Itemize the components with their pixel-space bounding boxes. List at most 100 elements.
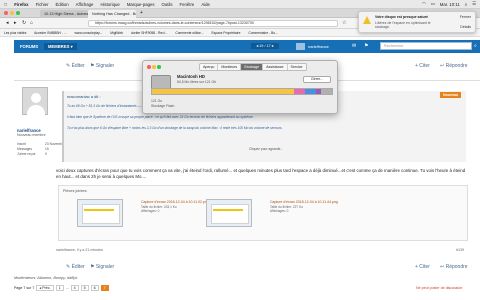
moderators-line: Modérateurs: Albanon, Bompy, daffyb bbox=[14, 276, 78, 280]
tab-stockage[interactable]: Stockage bbox=[241, 64, 264, 70]
nav-membres[interactable]: MEMBRES ▾ bbox=[44, 43, 77, 50]
tab-moniteurs[interactable]: Moniteurs bbox=[218, 64, 242, 70]
storage-dialog[interactable]: Aperçu Moniteurs Stockage Assistance Ser… bbox=[142, 60, 338, 114]
search-input[interactable]: Rechercher bbox=[380, 42, 472, 50]
page-link-current[interactable]: 7 bbox=[100, 285, 109, 291]
storage-segment bbox=[321, 89, 332, 94]
attachment-meta: Taille du fichier: 227 Ko Affichages: 0 bbox=[270, 205, 303, 213]
bookmark-item[interactable]: Acceder l'iMBBBH - ... bbox=[34, 31, 67, 35]
quote-author[interactable]: macomaniac a dit : bbox=[67, 94, 101, 99]
inbox-icon[interactable]: ✉ bbox=[352, 43, 356, 49]
bookmark-item[interactable]: Commentaire - Bo... bbox=[248, 31, 278, 35]
menu-aide[interactable]: Aide bbox=[201, 2, 210, 7]
back-icon[interactable]: ◂ bbox=[6, 20, 9, 26]
dialog-minimize-button[interactable] bbox=[152, 65, 156, 69]
page-link[interactable]: 4 bbox=[70, 285, 79, 291]
close-notification-button[interactable]: Fermer bbox=[460, 15, 471, 19]
prev-page-button[interactable]: ◂ Préc. bbox=[36, 285, 54, 291]
reply-button[interactable]: ↩ Répondre bbox=[440, 264, 468, 270]
browser-tab-active[interactable]: 10.13 High Sierra - Aulnes sto... bbox=[40, 10, 88, 18]
menu-fichier[interactable]: Fichier bbox=[36, 2, 49, 7]
pagination: Page 7 sur 7 ◂ Préc. 1 ... 4 5 6 7 bbox=[14, 285, 109, 291]
page-link[interactable]: 5 bbox=[80, 285, 89, 291]
menu-list-icon[interactable]: ☰ bbox=[472, 1, 476, 7]
menu-edition[interactable]: Édition bbox=[55, 2, 68, 7]
details-button[interactable]: Détails bbox=[460, 25, 471, 29]
battery-icon[interactable]: ▭ bbox=[431, 1, 435, 7]
bookmark-item[interactable]: Les plus visités bbox=[4, 31, 26, 35]
quote-button[interactable]: + Citer bbox=[415, 63, 430, 69]
new-badge: Nouveau bbox=[440, 92, 462, 98]
menu-outils[interactable]: Outils bbox=[162, 2, 173, 7]
no-reply-notice: Ne peut poster de discussion bbox=[416, 286, 463, 290]
nav-username[interactable]: narielfrance bbox=[308, 44, 329, 49]
menu-fenetre[interactable]: Fenêtre bbox=[180, 2, 195, 7]
report-button[interactable]: ⚑ Signaler bbox=[90, 63, 114, 69]
minimize-window-button[interactable] bbox=[10, 11, 14, 15]
dialog-zoom-button[interactable] bbox=[157, 65, 161, 69]
storage-segment bbox=[152, 89, 295, 94]
dialog-close-button[interactable] bbox=[147, 65, 151, 69]
bookmark-item[interactable]: dortier SHF9058 - Recl... bbox=[131, 31, 167, 35]
page-link[interactable]: 6 bbox=[90, 285, 99, 291]
clock[interactable]: Mar. 10:11 bbox=[440, 2, 460, 7]
notification-title: Votre disque est presque saturé bbox=[375, 15, 429, 19]
reload-icon[interactable]: ↻ bbox=[22, 20, 26, 26]
bookmark-item[interactable]: Commente utilise... bbox=[175, 31, 203, 35]
search-icon[interactable]: ⌕ bbox=[465, 2, 467, 7]
bookmark-item[interactable]: MiglWeb bbox=[110, 31, 123, 35]
disk-full-notification[interactable]: Votre disque est presque saturé Libérez … bbox=[358, 11, 476, 33]
avatar[interactable] bbox=[22, 87, 48, 115]
alerts-icon[interactable]: ⚑ bbox=[364, 43, 368, 49]
attachment-name[interactable]: Capture d'écran 2018-12-04 à 10.11.44.pn… bbox=[270, 200, 350, 204]
stat-label: J'aime reçus bbox=[17, 152, 36, 156]
size-value: 233,1 Ko bbox=[163, 205, 177, 209]
tab-service[interactable]: Service bbox=[287, 64, 306, 70]
menu-firefox[interactable]: Firefox bbox=[14, 2, 28, 7]
forward-icon[interactable]: ▸ bbox=[14, 20, 17, 26]
menu-historique[interactable]: Historique bbox=[100, 2, 119, 7]
reply-button[interactable]: ↩ Répondre bbox=[440, 63, 468, 69]
window-controls bbox=[4, 11, 20, 15]
edit-button[interactable]: ✎ Éditer bbox=[66, 264, 85, 270]
post-body: voici deux captures d'écran pour que tu … bbox=[56, 168, 466, 179]
search-icon[interactable]: ⌕ bbox=[474, 43, 477, 49]
expand-quote-link[interactable]: Cliquez pour agrandir... bbox=[67, 147, 465, 151]
attachment-meta: Taille du fichier: 233,1 Ko Affichages: … bbox=[141, 205, 177, 213]
browser-tab[interactable]: Nothing Has Changed - Bowie bbox=[88, 10, 136, 18]
menu-affichage[interactable]: Affichage bbox=[76, 2, 94, 7]
attachment-thumbnail[interactable] bbox=[77, 199, 123, 227]
user-avatar-icon[interactable] bbox=[296, 43, 305, 50]
tab-apercu[interactable]: Aperçu bbox=[200, 64, 219, 70]
dialog-tabs: Aperçu Moniteurs Stockage Assistance Ser… bbox=[199, 63, 307, 71]
attachment-thumbnail[interactable] bbox=[206, 199, 252, 227]
author-role: Nouveau membre bbox=[17, 133, 46, 137]
quote-button[interactable]: + Citer bbox=[415, 264, 430, 270]
page-link[interactable]: 1 bbox=[55, 285, 64, 291]
address-bar[interactable]: https://forums.macg.co/threads/aulnes-vo… bbox=[88, 20, 338, 27]
new-tab-icon[interactable]: + bbox=[140, 10, 143, 16]
post-meta[interactable]: narielfrance, Il y a 21 minutes bbox=[56, 248, 103, 252]
avatar-body bbox=[27, 105, 45, 115]
views-value: 0 bbox=[286, 209, 289, 213]
bookmark-item[interactable]: www.consoleplay... bbox=[75, 31, 103, 35]
thread-pager[interactable]: ◂ 19 / 17 ▸ bbox=[251, 43, 279, 49]
zoom-window-button[interactable] bbox=[16, 11, 20, 15]
thumbnail-preview bbox=[211, 204, 249, 224]
bookmark-star-icon[interactable]: ☆ bbox=[342, 20, 346, 26]
menu-marque-pages[interactable]: Marque-pages bbox=[127, 2, 155, 7]
edit-button[interactable]: ✎ Éditer bbox=[66, 63, 85, 69]
manage-button[interactable]: Gérer... bbox=[303, 76, 331, 83]
tab-assistance[interactable]: Assistance bbox=[263, 64, 288, 70]
bookmark-item[interactable]: Espace Propriétaire bbox=[211, 31, 240, 35]
home-icon[interactable]: ⌂ bbox=[30, 20, 33, 26]
thumbnail-preview bbox=[82, 204, 120, 224]
storage-segment bbox=[294, 89, 305, 94]
apple-icon[interactable]:  bbox=[4, 2, 7, 7]
views-value: 0 bbox=[157, 209, 160, 213]
post-number[interactable]: #139 bbox=[456, 248, 464, 252]
wifi-icon[interactable]: ◠ bbox=[422, 1, 426, 7]
close-window-button[interactable] bbox=[4, 11, 8, 15]
nav-forums[interactable]: FORUMS bbox=[20, 44, 38, 49]
report-button[interactable]: ⚑ Signaler bbox=[90, 264, 114, 270]
